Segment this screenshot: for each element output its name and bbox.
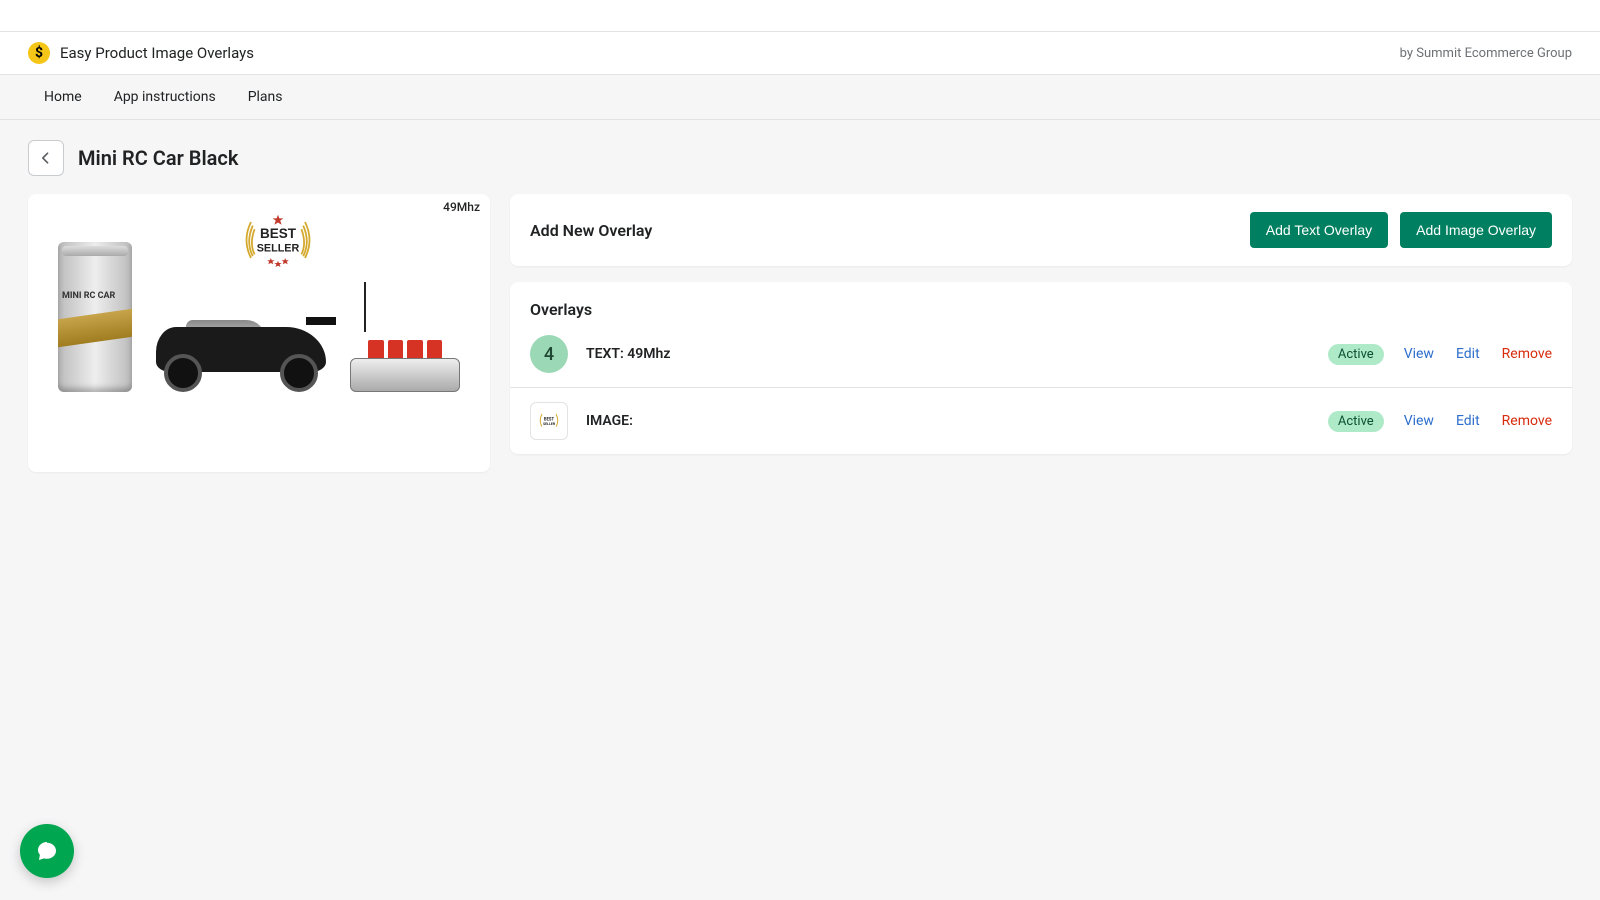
- can-label: MINI RC CAR: [62, 292, 128, 301]
- product-preview-card: 49Mhz: [28, 194, 490, 472]
- overlay-row-label: TEXT: 49Mhz: [586, 346, 670, 362]
- app-byline: by Summit Ecommerce Group: [1400, 46, 1572, 61]
- badge-text-top: BEST: [260, 226, 297, 241]
- page-title: Mini RC Car Black: [78, 146, 238, 170]
- add-image-overlay-button[interactable]: Add Image Overlay: [1400, 212, 1552, 248]
- nav-instructions[interactable]: App instructions: [114, 89, 216, 105]
- right-column: Add New Overlay Add Text Overlay Add Ima…: [510, 194, 1572, 454]
- app-title: Easy Product Image Overlays: [60, 44, 254, 62]
- overlay-row-label: IMAGE:: [586, 413, 633, 429]
- add-text-overlay-button[interactable]: Add Text Overlay: [1250, 212, 1388, 248]
- app-header: $ Easy Product Image Overlays by Summit …: [0, 32, 1600, 75]
- overlay-row: 4 TEXT: 49Mhz Active View Edit Remove: [510, 325, 1572, 387]
- remove-link[interactable]: Remove: [1502, 413, 1552, 429]
- overlay-row: BEST SELLER IMAGE: Active View Edit Remo…: [510, 387, 1572, 454]
- app-header-left: $ Easy Product Image Overlays: [28, 42, 254, 64]
- content-grid: 49Mhz: [28, 194, 1572, 472]
- back-button[interactable]: [28, 140, 64, 176]
- edit-link[interactable]: Edit: [1456, 413, 1480, 429]
- status-badge: Active: [1328, 411, 1384, 432]
- nav-home[interactable]: Home: [44, 89, 82, 105]
- svg-text:SELLER: SELLER: [543, 422, 556, 426]
- chat-widget-button[interactable]: [20, 824, 74, 878]
- add-overlay-card: Add New Overlay Add Text Overlay Add Ima…: [510, 194, 1572, 266]
- product-car-icon: [146, 312, 336, 392]
- overlay-list: 4 TEXT: 49Mhz Active View Edit Remove: [510, 325, 1572, 454]
- browser-top-spacer: [0, 0, 1600, 32]
- product-preview-inner: 49Mhz: [28, 194, 490, 472]
- overlay-row-actions: View Edit Remove: [1404, 413, 1552, 429]
- product-can-icon: MINI RC CAR: [58, 242, 132, 392]
- preview-overlay-text: 49Mhz: [443, 200, 480, 214]
- add-overlay-heading: Add New Overlay: [530, 221, 652, 240]
- add-overlay-button-group: Add Text Overlay Add Image Overlay: [1250, 212, 1552, 248]
- page-head: Mini RC Car Black: [28, 140, 1572, 176]
- overlay-thumb-text: 4: [530, 335, 568, 373]
- overlay-thumb-image: BEST SELLER: [530, 402, 568, 440]
- best-seller-mini-icon: BEST SELLER: [535, 407, 563, 435]
- view-link[interactable]: View: [1404, 346, 1434, 362]
- arrow-left-icon: [38, 150, 54, 166]
- status-badge: Active: [1328, 344, 1384, 365]
- view-link[interactable]: View: [1404, 413, 1434, 429]
- chat-icon: [35, 839, 59, 863]
- nav-plans[interactable]: Plans: [248, 89, 283, 105]
- overlay-row-actions: View Edit Remove: [1404, 346, 1552, 362]
- overlays-list-card: Overlays 4 TEXT: 49Mhz Active View Edit …: [510, 282, 1572, 454]
- product-mock-image: MINI RC CAR: [58, 252, 460, 392]
- remove-link[interactable]: Remove: [1502, 346, 1552, 362]
- edit-link[interactable]: Edit: [1456, 346, 1480, 362]
- page-body: Mini RC Car Black 49Mhz: [0, 120, 1600, 492]
- main-nav: Home App instructions Plans: [0, 75, 1600, 120]
- product-remote-icon: [350, 322, 460, 392]
- app-logo-icon: $: [28, 42, 50, 64]
- overlays-heading: Overlays: [530, 300, 1552, 319]
